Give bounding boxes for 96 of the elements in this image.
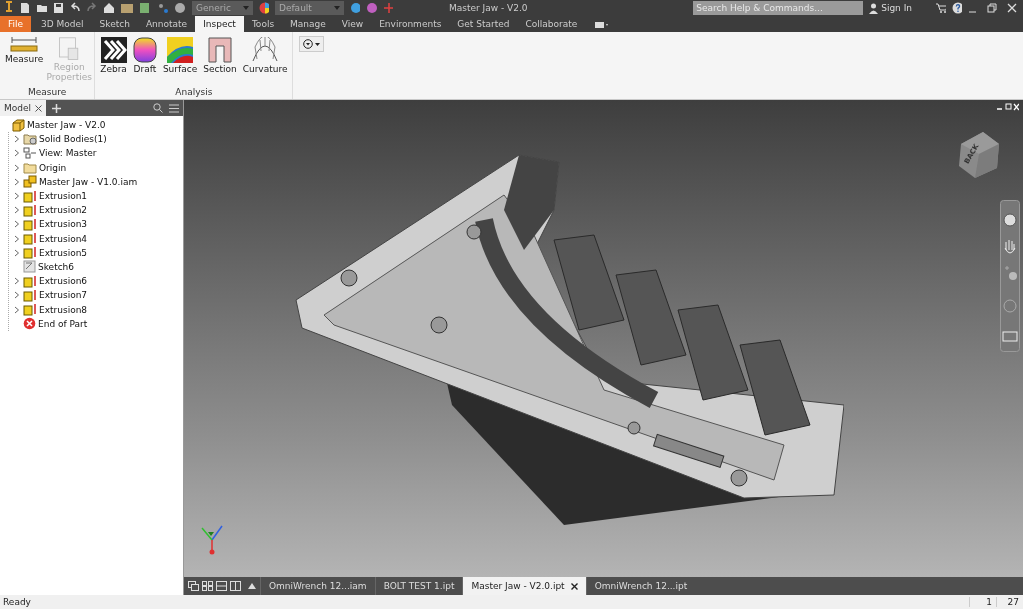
section-view-icon	[207, 37, 232, 63]
tile-horizontal-icon[interactable]	[216, 581, 227, 591]
close-icon	[35, 104, 43, 112]
ruler-icon	[10, 37, 39, 53]
ribbon-tool-button[interactable]: Draft	[130, 35, 159, 87]
ribbon-tab[interactable]: Tools	[243, 16, 283, 32]
extrusion-icon	[23, 203, 37, 217]
curvature-comb-icon	[251, 37, 280, 63]
cart-icon[interactable]	[934, 2, 946, 14]
new-file-icon[interactable]	[19, 2, 31, 14]
ribbon-tab[interactable]: Collaborate	[517, 16, 586, 32]
ribbon-tab[interactable]: Sketch	[91, 16, 138, 32]
tree-item[interactable]: Extrusion6	[39, 276, 88, 287]
ribbon-tab[interactable]: Inspect	[195, 16, 244, 32]
extrusion-icon	[23, 189, 37, 203]
redo-icon[interactable]	[86, 2, 98, 14]
region-properties-icon	[58, 37, 81, 61]
assembly-blocks-icon	[23, 175, 37, 189]
tree-item[interactable]: Extrusion3	[39, 219, 88, 230]
color-wheel-icon[interactable]	[258, 2, 269, 14]
ribbon-tab[interactable]: Get Started	[449, 16, 518, 32]
tree-item[interactable]: Extrusion1	[39, 191, 88, 202]
viewport-window-controls-icon[interactable]	[997, 103, 1019, 111]
sketch-icon	[23, 260, 36, 274]
status-field: 1	[969, 597, 996, 607]
sign-in-link[interactable]: Sign In	[869, 2, 929, 14]
tree-item[interactable]: End of Part	[38, 318, 88, 329]
tree-item[interactable]: Extrusion7	[39, 290, 88, 301]
ribbon-tab[interactable]: Environments	[371, 16, 450, 32]
restore-icon[interactable]	[987, 3, 998, 13]
undo-icon[interactable]	[69, 2, 81, 14]
ribbon-tab[interactable]: Manage	[282, 16, 334, 32]
status-message: Ready	[3, 597, 31, 607]
extrusion-icon	[23, 274, 37, 288]
search-field[interactable]: Search Help & Commands...	[693, 1, 864, 15]
tree-item[interactable]: Extrusion4	[39, 233, 88, 244]
tree-item[interactable]: Solid Bodies(1)	[39, 134, 107, 145]
ribbon-tool-button[interactable]: Surface	[160, 35, 200, 87]
navigation-bar-drawing[interactable]	[1000, 200, 1020, 352]
triangle-up-icon[interactable]	[248, 583, 256, 589]
caret-icon	[315, 42, 321, 46]
ribbon-tab[interactable]: 3D Model	[33, 16, 92, 32]
tree-item[interactable]: Master Jaw - V1.0.iam	[39, 176, 138, 187]
save-icon[interactable]	[53, 2, 64, 14]
draft-gradient-icon	[132, 37, 157, 63]
folder-icon	[23, 161, 37, 174]
end-of-part-icon	[23, 317, 36, 331]
display-toggle-icon[interactable]	[595, 21, 610, 29]
tree-item[interactable]: Origin	[39, 162, 67, 173]
help-icon[interactable]	[951, 2, 963, 14]
add-tab-icon[interactable]	[52, 103, 62, 113]
surface-contours-icon	[167, 37, 194, 63]
panel-title: Analysis	[174, 87, 214, 99]
home-icon[interactable]	[103, 2, 115, 14]
ribbon-tool-button[interactable]: Zebra	[98, 35, 129, 87]
user-icon	[869, 2, 879, 14]
solid-bodies-icon	[23, 133, 37, 146]
extrusion-icon	[23, 217, 37, 231]
tile-vertical-icon[interactable]	[230, 581, 241, 591]
chevron-circle-icon	[303, 39, 314, 49]
view-rep-icon	[23, 147, 37, 160]
ribbon-tool-button[interactable]: Measure	[3, 35, 46, 87]
zebra-stripes-icon	[100, 37, 127, 63]
ribbon-tool-button[interactable]: Curvature	[240, 35, 290, 87]
open-folder-icon[interactable]	[36, 2, 48, 14]
ribbon-tab[interactable]: Annotate	[137, 16, 196, 32]
close-icon[interactable]	[1007, 3, 1018, 13]
document-tab[interactable]: Master Jaw - V2.0.ipt	[462, 577, 586, 595]
menu-icon[interactable]	[169, 103, 179, 113]
app-logo-icon[interactable]	[4, 1, 14, 15]
part-cube-icon	[12, 118, 25, 132]
extrusion-icon	[23, 303, 37, 317]
plus-icon[interactable]	[382, 2, 393, 14]
tree-item[interactable]: Extrusion2	[39, 205, 88, 216]
extrusion-icon	[23, 246, 37, 260]
panel-title: Measure	[27, 87, 68, 99]
tree-item[interactable]: Extrusion5	[39, 247, 88, 258]
more-panels-button[interactable]	[299, 36, 325, 52]
cascade-windows-icon[interactable]	[188, 581, 199, 591]
tree-item[interactable]: Sketch6	[38, 261, 75, 272]
tile-windows-icon[interactable]	[202, 581, 213, 591]
caret-icon	[242, 6, 249, 10]
status-field: 27	[996, 597, 1023, 607]
tree-item[interactable]: Master Jaw - V2.0	[27, 120, 106, 131]
caret-icon	[334, 6, 341, 10]
search-icon[interactable]	[153, 103, 163, 113]
close-icon	[570, 582, 578, 590]
extrusion-icon	[23, 232, 37, 246]
ribbon-tab[interactable]: View	[333, 16, 372, 32]
ribbon-tool-button[interactable]: Section	[201, 35, 239, 87]
tree-item[interactable]: Extrusion8	[39, 304, 88, 315]
extrusion-icon	[23, 288, 37, 302]
model-tab[interactable]: Model	[0, 100, 47, 116]
view-cube-drawing[interactable]	[957, 130, 1001, 180]
window-title: Master Jaw - V2.0	[448, 3, 529, 13]
tree-item[interactable]: View: Master	[39, 148, 97, 159]
